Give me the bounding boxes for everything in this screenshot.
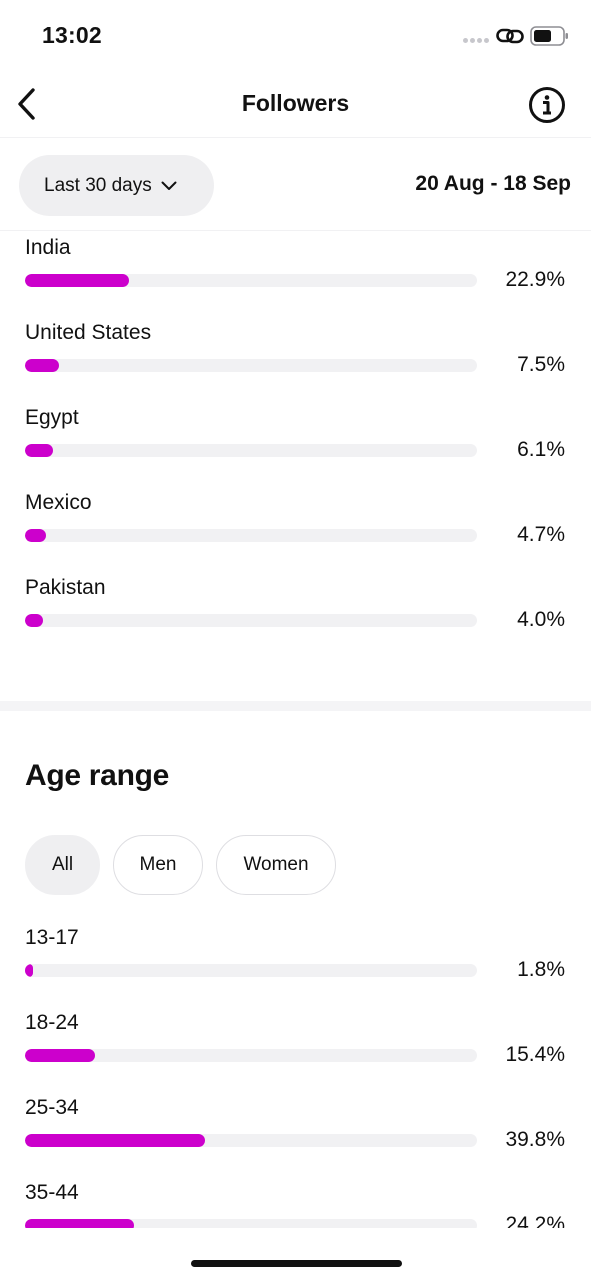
age-range-list: 13-17 1.8% 18-24 15.4% 25-34 39.8% 35-44 24.2%: [0, 926, 591, 1228]
filter-row: Last 30 days 20 Aug - 18 Sep: [0, 139, 591, 231]
age-range-value: 15.4%: [505, 1043, 565, 1066]
age-range-bar-fill: [25, 964, 34, 977]
age-range-bar-track: [25, 1049, 477, 1062]
country-bar-fill: [25, 274, 129, 287]
age-range-bar-fill: [25, 1049, 95, 1062]
filter-pill-all[interactable]: All: [25, 835, 100, 895]
country-value: 6.1%: [517, 438, 565, 461]
country-label: Egypt: [25, 406, 79, 429]
age-range-label: 13-17: [25, 926, 79, 949]
age-range-bar-fill: [25, 1219, 135, 1228]
country-value: 7.5%: [517, 353, 565, 376]
battery-icon: [530, 26, 568, 46]
age-range-bar-track: [25, 964, 477, 977]
gender-filter-pills: All Men Women: [25, 835, 336, 895]
age-range-bar-track: [25, 1219, 477, 1228]
nav-header: Followers: [0, 72, 591, 138]
chevron-down-icon: [161, 181, 177, 190]
country-row: United States 7.5%: [0, 321, 591, 406]
country-bar-fill: [25, 359, 59, 372]
filter-pill-women[interactable]: Women: [216, 835, 336, 895]
date-range-dropdown[interactable]: Last 30 days: [19, 155, 214, 216]
age-range-list-viewport[interactable]: 13-17 1.8% 18-24 15.4% 25-34 39.8% 35-44 24.2%: [0, 926, 591, 1228]
status-time: 13:02: [42, 22, 102, 48]
age-range-label: 18-24: [25, 1011, 79, 1034]
age-range-row: 35-44 24.2%: [0, 1181, 591, 1228]
age-range-bar-fill: [25, 1134, 205, 1147]
country-row: Pakistan 4.0%: [0, 576, 591, 661]
page-title: Followers: [241, 90, 350, 116]
age-range-title: Age range: [25, 759, 170, 792]
age-range-row: 13-17 1.8%: [0, 926, 591, 1011]
country-bar-track: [25, 529, 477, 542]
country-value: 4.0%: [517, 608, 565, 631]
date-range-dropdown-label: Last 30 days: [44, 174, 152, 196]
country-bar-fill: [25, 529, 47, 542]
top-countries-list: India 22.9% United States 7.5% Egypt 6.1% Mexi…: [0, 236, 591, 676]
country-bar-track: [25, 444, 477, 457]
status-bar: 13:02: [0, 0, 591, 72]
age-range-bar-track: [25, 1134, 477, 1147]
country-bar-track: [25, 274, 477, 287]
age-range-row: 25-34 39.8%: [0, 1096, 591, 1181]
age-range-label: 25-34: [25, 1096, 79, 1119]
info-circle-icon[interactable]: [528, 86, 566, 124]
country-row: Egypt 6.1%: [0, 406, 591, 491]
section-divider: [0, 701, 591, 711]
signal-icon: [463, 38, 491, 44]
age-range-value: 24.2%: [505, 1213, 565, 1228]
country-bar-track: [25, 359, 477, 372]
age-range-label: 35-44: [25, 1181, 79, 1204]
country-bar-fill: [25, 614, 44, 627]
country-label: India: [25, 236, 71, 259]
country-bar-track: [25, 614, 477, 627]
country-value: 4.7%: [517, 523, 565, 546]
link-icon: [496, 28, 524, 44]
age-range-value: 1.8%: [517, 958, 565, 981]
country-row: Mexico 4.7%: [0, 491, 591, 576]
country-label: Mexico: [25, 491, 92, 514]
country-label: Pakistan: [25, 576, 106, 599]
country-bar-fill: [25, 444, 53, 457]
home-indicator: [191, 1260, 402, 1267]
date-range-text: 20 Aug - 18 Sep: [415, 172, 571, 195]
age-range-row: 18-24 15.4%: [0, 1011, 591, 1096]
country-label: United States: [25, 321, 152, 344]
age-range-value: 39.8%: [505, 1128, 565, 1151]
country-value: 22.9%: [505, 268, 565, 291]
filter-pill-men[interactable]: Men: [113, 835, 203, 895]
country-row: India 22.9%: [0, 236, 591, 321]
